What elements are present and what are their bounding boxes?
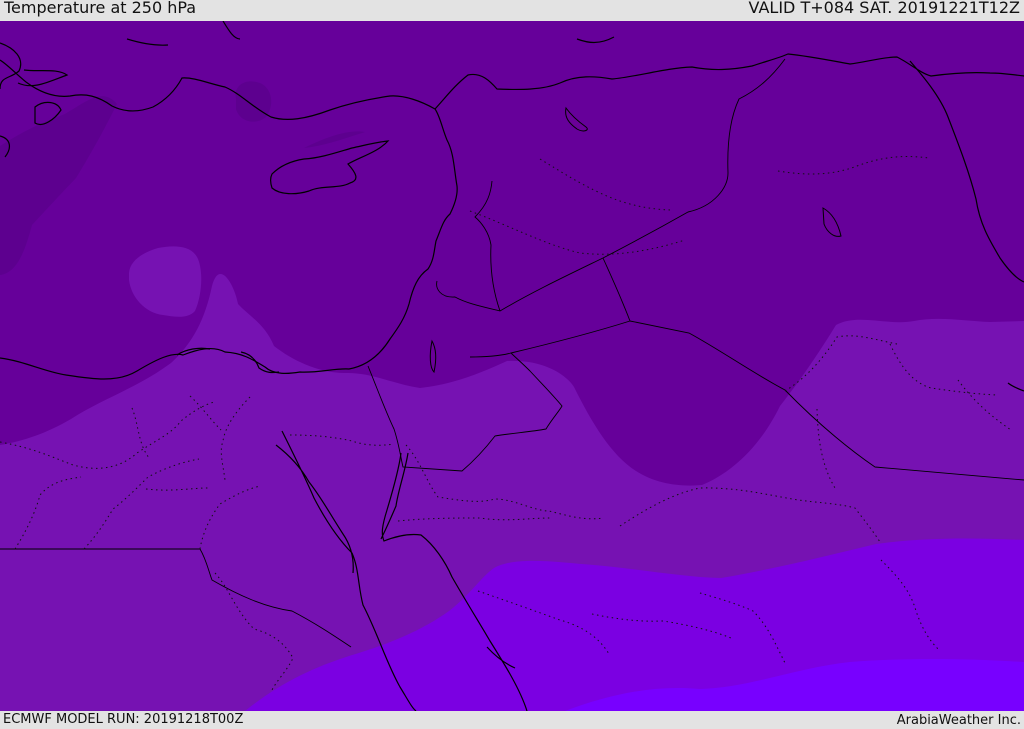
temperature-map-canvas bbox=[0, 21, 1024, 711]
credit-label: ArabiaWeather Inc. bbox=[896, 713, 1021, 728]
map-header: Temperature at 250 hPa VALID T+084 SAT. … bbox=[0, 0, 1024, 21]
weather-map-page: Temperature at 250 hPa VALID T+084 SAT. … bbox=[0, 0, 1024, 729]
valid-time-label: VALID T+084 SAT. 20191221T12Z bbox=[748, 0, 1020, 17]
map-footer: ECMWF MODEL RUN: 20191218T00Z ArabiaWeat… bbox=[0, 711, 1024, 729]
temperature-band-darkest-small bbox=[235, 81, 272, 122]
model-run-label: ECMWF MODEL RUN: 20191218T00Z bbox=[3, 712, 244, 727]
temperature-map bbox=[0, 21, 1024, 711]
map-title: Temperature at 250 hPa bbox=[4, 0, 197, 17]
